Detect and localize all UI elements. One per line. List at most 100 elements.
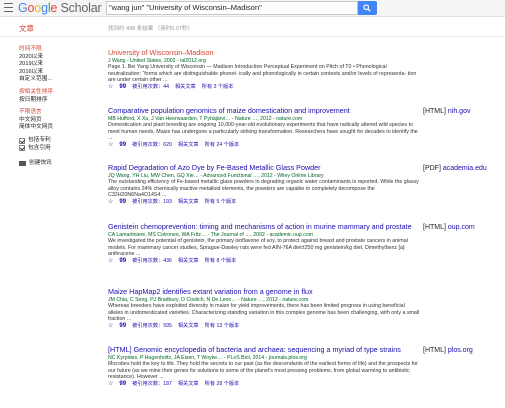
- fulltext-source: nih.gov: [445, 108, 471, 115]
- related-articles-link[interactable]: 相关文章: [178, 199, 199, 206]
- result-item: [HTML] Genomic encyclopedia of bacteria …: [108, 345, 420, 388]
- result-authors: NC Kyrpides, P Hugenholtz, JA Eisen, T W…: [108, 354, 307, 361]
- result-snippet: The outstanding efficiency of Fe-based m…: [108, 179, 419, 199]
- result-title[interactable]: Genistein chemoprevention: timing and me…: [108, 222, 420, 232]
- cited-by-link[interactable]: 被引用次数：620: [132, 142, 172, 149]
- all-versions-link[interactable]: 所有 3 个版本: [202, 84, 234, 91]
- result-title[interactable]: Comparative population genomics of maize…: [108, 106, 420, 116]
- fulltext-link[interactable]: [HTML] oup.com: [423, 224, 475, 231]
- fulltext-source: plos.org: [445, 347, 473, 354]
- star-icon[interactable]: ☆: [108, 142, 113, 149]
- logo-letter-g: G: [18, 1, 28, 15]
- tab-articles[interactable]: 文章: [19, 23, 34, 34]
- include-citations-label: 包含引用: [28, 144, 51, 151]
- cited-by-link[interactable]: 被引用次数：44: [132, 84, 169, 91]
- fulltext-type: [HTML]: [423, 108, 446, 115]
- result-snippet: Microbes hold the key to life. They hold…: [108, 361, 418, 381]
- star-icon[interactable]: ☆: [108, 323, 113, 330]
- lang-simplified-chinese[interactable]: 简体中文网页: [19, 124, 97, 132]
- result-item: Maize HapMap2 identifies extant variatio…: [108, 287, 420, 330]
- result-type-tag: [HTML]: [108, 345, 134, 354]
- envelope-icon: [19, 161, 26, 167]
- search-button[interactable]: [358, 1, 377, 15]
- result-authors: JM Chia, C Song, PJ Bradbury, D Costich,…: [108, 296, 309, 303]
- result-item: Comparative population genomics of maize…: [108, 106, 420, 149]
- result-links: ☆ 99 被引用次数：620 相关文章 所有 24 个版本: [108, 142, 420, 149]
- result-stats: 找到约 498 条结果 （用时0.07秒）: [108, 26, 193, 32]
- include-patents-checkbox[interactable]: 包括专利: [19, 137, 97, 145]
- result-snippet: Domestication and plant breeding are ong…: [108, 122, 418, 142]
- cited-by-link[interactable]: 被引用次数：595: [132, 323, 172, 330]
- checkbox-icon: [19, 137, 25, 144]
- top-bar: Google Scholar "wang jun" "University of…: [0, 0, 505, 17]
- all-versions-link[interactable]: 所有 28 个版本: [205, 381, 240, 388]
- result-title[interactable]: Rapid Degradation of Azo Dye by Fe-Based…: [108, 163, 420, 173]
- sort-by-relevance[interactable]: 按相关性排序: [19, 89, 97, 97]
- fulltext-type: [HTML]: [423, 224, 446, 231]
- cited-by-link[interactable]: 被引用次数：436: [132, 258, 172, 265]
- logo-scholar-word: Scholar: [57, 1, 102, 15]
- filter-since-2019[interactable]: 2019以来: [19, 61, 97, 69]
- sidebar: 时间不限 2020以来 2019以来 2016以来 自定义范围... 按相关性排…: [19, 46, 97, 168]
- fulltext-link[interactable]: [HTML] nih.gov: [423, 108, 470, 115]
- checkbox-icon: [19, 145, 25, 152]
- cite-quote-icon[interactable]: 99: [119, 199, 126, 206]
- logo-letter-g2: g: [41, 1, 48, 15]
- cited-by-link[interactable]: 被引用次数：187: [132, 381, 172, 388]
- cite-quote-icon[interactable]: 99: [119, 323, 126, 330]
- search-icon: [363, 4, 371, 12]
- fulltext-source: academia.edu: [440, 165, 487, 172]
- result-authors: CA Lamartiniere, MS Cotroneo, WA Fritz… …: [108, 231, 313, 238]
- result-item: University of Wisconsin–Madison J Wang -…: [108, 48, 420, 91]
- related-articles-link[interactable]: 相关文章: [178, 142, 199, 149]
- cite-quote-icon[interactable]: 99: [119, 84, 126, 91]
- result-item: Rapid Degradation of Azo Dye by Fe-Based…: [108, 163, 420, 206]
- sort-by-date[interactable]: 按日期排序: [19, 97, 97, 105]
- result-snippet: Page 1. Bei Yang University of Wisconsin…: [108, 64, 417, 84]
- result-snippet: We investigated the potential of geniste…: [108, 238, 408, 258]
- star-icon[interactable]: ☆: [108, 381, 113, 388]
- menu-icon[interactable]: [4, 3, 13, 12]
- result-title[interactable]: University of Wisconsin–Madison: [108, 48, 420, 58]
- filter-custom-range[interactable]: 自定义范围...: [19, 76, 97, 84]
- related-articles-link[interactable]: 相关文章: [175, 84, 196, 91]
- fulltext-source: oup.com: [445, 224, 475, 231]
- result-title[interactable]: [HTML] Genomic encyclopedia of bacteria …: [108, 345, 420, 355]
- star-icon[interactable]: ☆: [108, 258, 113, 265]
- fulltext-link[interactable]: [HTML] plos.org: [423, 347, 473, 354]
- result-snippet: Whereas breeders have exploited diversit…: [108, 303, 420, 323]
- result-authors: JQ Wang, YH Liu, MW Chen, GQ Xie… - Adva…: [108, 172, 324, 179]
- search-input[interactable]: "wang jun" "University of Wisconsin–Madi…: [106, 1, 358, 15]
- sub-bar: 文章 找到约 498 条结果 （用时0.07秒）: [0, 17, 505, 37]
- all-versions-link[interactable]: 所有 5 个版本: [205, 199, 237, 206]
- fulltext-type: [HTML]: [423, 347, 446, 354]
- google-scholar-logo[interactable]: Google Scholar: [18, 1, 102, 15]
- star-icon[interactable]: ☆: [108, 84, 113, 91]
- create-alert-label: 创建快讯: [29, 160, 52, 167]
- create-alert-link[interactable]: 创建快讯: [19, 160, 97, 168]
- related-articles-link[interactable]: 相关文章: [178, 381, 199, 388]
- all-versions-link[interactable]: 所有 8 个版本: [205, 258, 237, 265]
- lang-any[interactable]: 不限语言: [19, 109, 97, 117]
- cite-quote-icon[interactable]: 99: [119, 142, 126, 149]
- result-links: ☆ 99 被引用次数：436 相关文章 所有 8 个版本: [108, 258, 420, 265]
- all-versions-link[interactable]: 所有 24 个版本: [205, 142, 240, 149]
- fulltext-link[interactable]: [PDF] academia.edu: [423, 165, 487, 172]
- filter-any-time[interactable]: 时间不限: [19, 46, 97, 54]
- result-links: ☆ 99 被引用次数：595 相关文章 所有 13 个版本: [108, 323, 420, 330]
- related-articles-link[interactable]: 相关文章: [178, 258, 199, 265]
- include-citations-checkbox[interactable]: 包含引用: [19, 145, 97, 153]
- result-title[interactable]: Maize HapMap2 identifies extant variatio…: [108, 287, 420, 297]
- result-item: Genistein chemoprevention: timing and me…: [108, 222, 420, 265]
- result-links: ☆ 99 被引用次数：193 相关文章 所有 5 个版本: [108, 199, 420, 206]
- star-icon[interactable]: ☆: [108, 199, 113, 206]
- related-articles-link[interactable]: 相关文章: [178, 323, 199, 330]
- result-authors: J Wang - United States, 2002 - lal2012.o…: [108, 57, 206, 64]
- all-versions-link[interactable]: 所有 13 个版本: [205, 323, 240, 330]
- result-links: ☆ 99 被引用次数：187 相关文章 所有 28 个版本: [108, 381, 420, 388]
- cite-quote-icon[interactable]: 99: [119, 258, 126, 265]
- result-authors: MB Hufford, X Xu, J Van Heerwaarden, T P…: [108, 115, 303, 122]
- cite-quote-icon[interactable]: 99: [119, 381, 126, 388]
- fulltext-type: [PDF]: [423, 165, 441, 172]
- cited-by-link[interactable]: 被引用次数：193: [132, 199, 172, 206]
